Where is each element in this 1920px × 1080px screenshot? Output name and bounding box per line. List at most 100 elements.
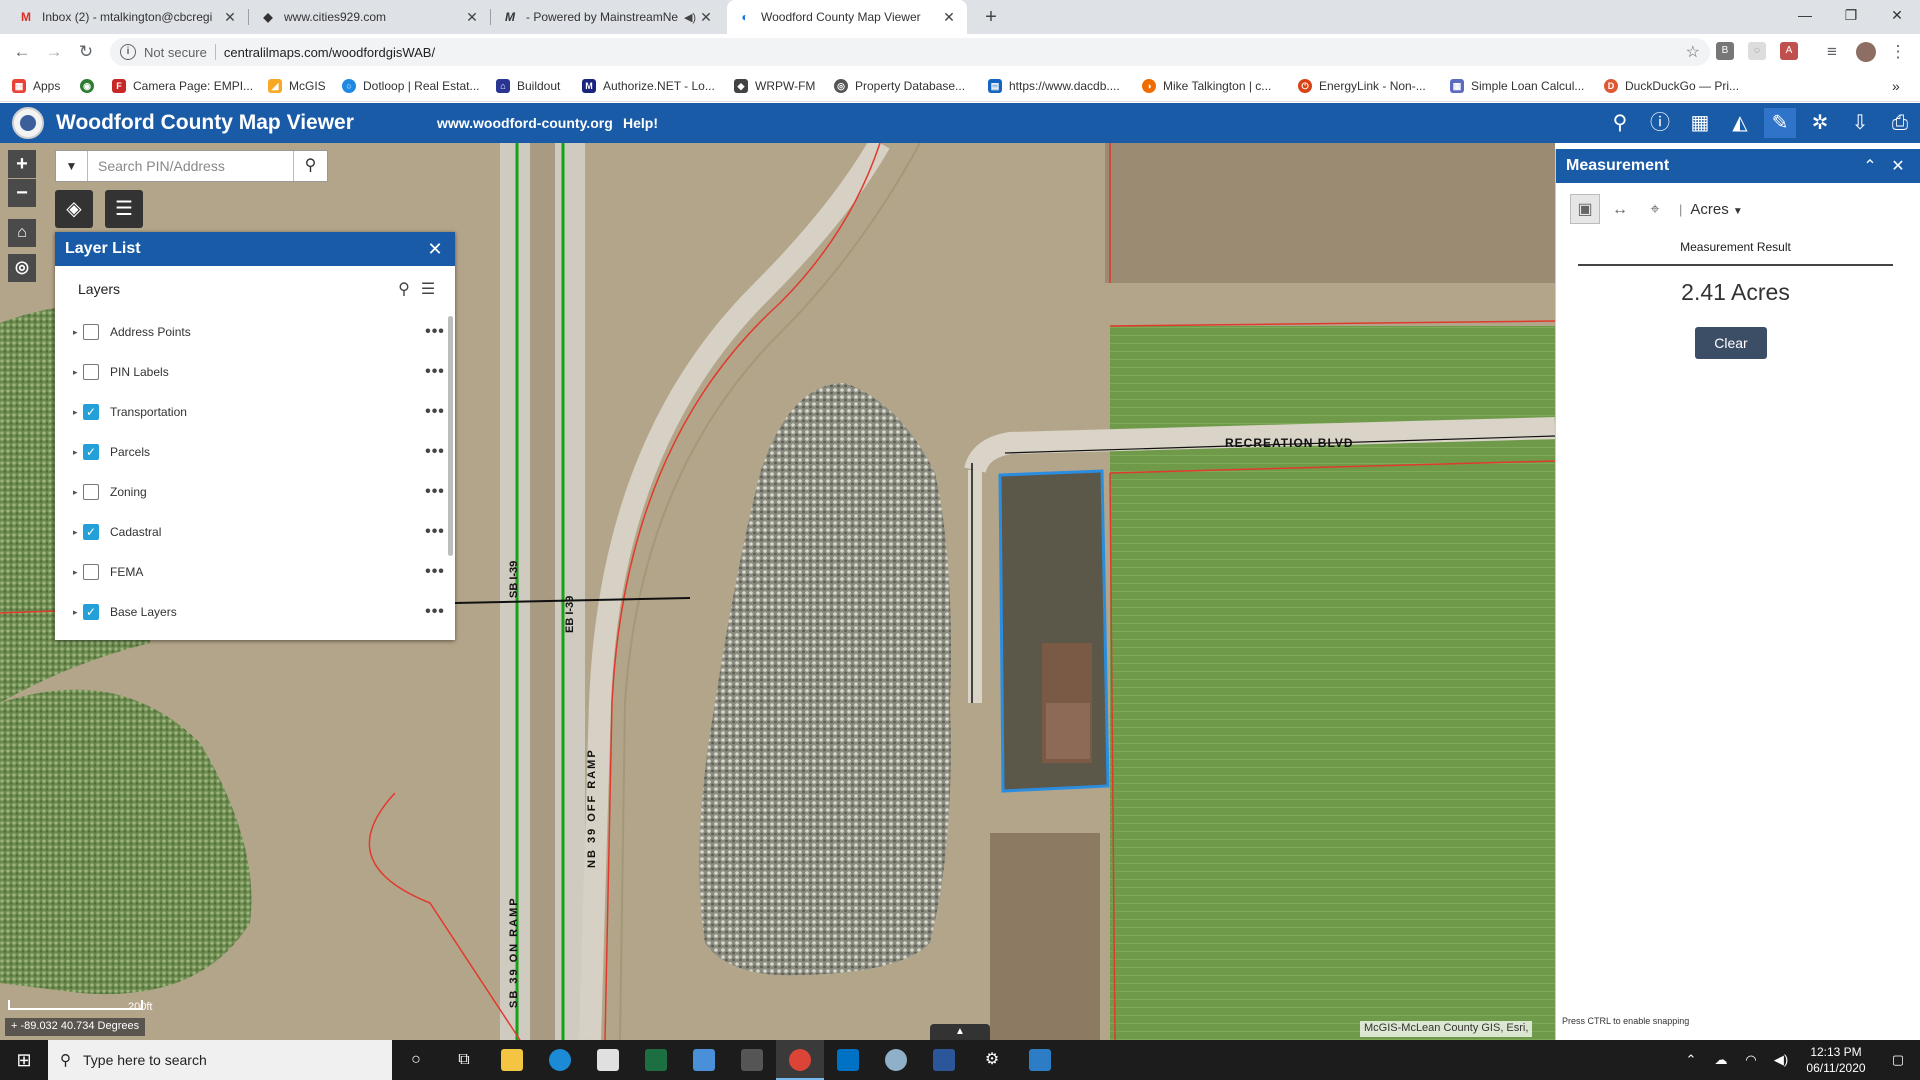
outlook-icon[interactable] (824, 1040, 872, 1080)
tab-mainstream[interactable]: M - Powered by MainstreamNe ◀) ✕ (492, 0, 724, 34)
extension-b-icon[interactable]: B (1716, 42, 1734, 60)
layers-alt-icon[interactable]: ✲ (1804, 108, 1836, 138)
wifi-icon[interactable]: ◠ (1736, 1052, 1766, 1068)
locate-icon[interactable]: ◎ (8, 254, 36, 282)
layer-checkbox[interactable] (83, 324, 99, 340)
download-icon[interactable]: ⇩ (1844, 108, 1876, 138)
attribute-table-toggle[interactable]: ▲ (930, 1024, 990, 1040)
search-icon[interactable]: ⚲ (1604, 108, 1636, 138)
bookmark-dacdb[interactable]: ▤ https://www.dacdb.... (988, 77, 1120, 95)
location-measure-icon[interactable]: ⌖ (1640, 194, 1670, 224)
taskbar-search[interactable]: ⚲ Type here to search (48, 1040, 392, 1080)
chrome-icon[interactable] (776, 1040, 824, 1080)
onedrive-icon[interactable]: ☁ (1706, 1052, 1736, 1068)
back-button[interactable]: ← (10, 40, 34, 64)
education-icon[interactable]: ◭ (1724, 108, 1756, 138)
bookmark-buildout[interactable]: ⌂ Buildout (496, 77, 560, 95)
mail-icon[interactable] (680, 1040, 728, 1080)
close-icon[interactable]: ✕ (1884, 156, 1912, 176)
home-icon[interactable]: ⌂ (8, 219, 36, 247)
tab-map-viewer[interactable]: ◐ Woodford County Map Viewer ✕ (727, 0, 967, 34)
search-source-dropdown[interactable]: ▼ (56, 151, 88, 181)
layer-list-scrollbar[interactable] (448, 316, 453, 556)
expand-caret-icon[interactable]: ▸ (73, 327, 83, 338)
taskbar-clock[interactable]: 12:13 PM 06/11/2020 (1796, 1044, 1876, 1076)
photos-icon[interactable] (1016, 1040, 1064, 1080)
speaker-icon[interactable]: ◀) (682, 11, 698, 24)
layer-row[interactable]: ▸ ✓ Parcels ••• (55, 432, 455, 472)
distance-measure-icon[interactable]: ↔ (1605, 194, 1635, 224)
legend-toggle-icon[interactable]: ☰ (105, 190, 143, 228)
extension-grey-icon[interactable]: ◌ (1748, 42, 1766, 60)
measurement-icon[interactable]: ✎ (1764, 108, 1796, 138)
bookmark-star-icon[interactable]: ☆ (1686, 42, 1700, 62)
layer-row[interactable]: ▸ ✓ Base Layers ••• (55, 592, 455, 632)
layer-options-icon[interactable]: ••• (415, 603, 455, 621)
layer-checkbox[interactable]: ✓ (83, 524, 99, 540)
bookmark-loan-calc[interactable]: ▦ Simple Loan Calcul... (1450, 77, 1584, 95)
settings-gear-icon[interactable]: ⚙ (968, 1040, 1016, 1080)
expand-caret-icon[interactable]: ▸ (73, 487, 83, 498)
vpn-icon[interactable] (872, 1040, 920, 1080)
county-website-link[interactable]: www.woodford-county.org (437, 115, 613, 131)
unit-dropdown[interactable]: Acres ▼ (1690, 201, 1742, 218)
chevron-up-icon[interactable]: ⌃ (1676, 1052, 1706, 1068)
tab-gmail[interactable]: M Inbox (2) - mtalkington@cbcregi ✕ (8, 0, 248, 34)
cortana-icon[interactable]: ○ (392, 1040, 440, 1080)
expand-caret-icon[interactable]: ▸ (73, 567, 83, 578)
word-icon[interactable] (920, 1040, 968, 1080)
close-icon[interactable]: ✕ (425, 239, 445, 260)
volume-icon[interactable]: ◀) (1766, 1052, 1796, 1068)
layer-row[interactable]: ▸ PIN Labels ••• (55, 352, 455, 392)
bookmark-camera[interactable]: F Camera Page: EMPI... (112, 77, 253, 95)
menu-kebab-icon[interactable]: ⋮ (1886, 40, 1910, 64)
zoom-in-button[interactable]: + (8, 150, 36, 178)
area-measure-icon[interactable]: ▣ (1570, 194, 1600, 224)
layer-row[interactable]: ▸ Zoning ••• (55, 472, 455, 512)
info-icon[interactable]: i (120, 44, 136, 60)
bookmark-mcgis[interactable]: ◢ McGIS (268, 77, 326, 95)
layer-checkbox[interactable]: ✓ (83, 404, 99, 420)
calculator-icon[interactable] (728, 1040, 776, 1080)
forward-button[interactable]: → (42, 40, 66, 64)
new-tab-button[interactable]: + (977, 4, 1005, 30)
bookmark-property-db[interactable]: ◎ Property Database... (834, 77, 965, 95)
url-text[interactable]: centralilmaps.com/woodfordgisWAB/ (224, 45, 435, 60)
extension-pdf-icon[interactable]: A (1780, 42, 1798, 60)
close-icon[interactable]: ✕ (698, 9, 714, 26)
help-link[interactable]: Help! (623, 115, 658, 131)
bookmark-duckduckgo[interactable]: D DuckDuckGo — Pri... (1604, 77, 1739, 95)
edge-icon[interactable] (536, 1040, 584, 1080)
profile-avatar[interactable] (1856, 42, 1876, 62)
reload-button[interactable]: ↻ (74, 40, 98, 64)
bookmark-wrpw[interactable]: ◆ WRPW-FM (734, 77, 815, 95)
bookmark-dotloop[interactable]: ○ Dotloop | Real Estat... (342, 77, 480, 95)
info-icon[interactable]: ⓘ (1644, 108, 1676, 138)
layer-row[interactable]: ▸ Address Points ••• (55, 312, 455, 352)
layer-checkbox[interactable]: ✓ (83, 444, 99, 460)
bookmarks-overflow-icon[interactable]: » (1892, 77, 1900, 95)
layer-options-icon[interactable]: ••• (415, 563, 455, 581)
bookmark-authorize[interactable]: M Authorize.NET - Lo... (582, 77, 715, 95)
expand-caret-icon[interactable]: ▸ (73, 607, 83, 618)
expand-caret-icon[interactable]: ▸ (73, 407, 83, 418)
layer-row[interactable]: ▸ ✓ Transportation ••• (55, 392, 455, 432)
search-input[interactable] (88, 151, 293, 181)
notifications-icon[interactable]: ▢ (1876, 1052, 1920, 1068)
layer-row[interactable]: ▸ FEMA ••• (55, 552, 455, 592)
bookmark-energylink[interactable]: ⏻ EnergyLink - Non-... (1298, 77, 1426, 95)
close-icon[interactable]: ✕ (222, 9, 238, 26)
windows-start-icon[interactable]: ⊞ (0, 1040, 48, 1080)
bookmark-apps[interactable]: ▦ Apps (12, 77, 60, 95)
address-bar[interactable]: i Not secure centralilmaps.com/woodfordg… (110, 38, 1710, 66)
file-explorer-icon[interactable] (488, 1040, 536, 1080)
expand-caret-icon[interactable]: ▸ (73, 527, 83, 538)
layer-row[interactable]: ▸ ✓ Cadastral ••• (55, 512, 455, 552)
filter-icon[interactable]: ☰ (417, 279, 439, 299)
expand-caret-icon[interactable]: ▸ (73, 447, 83, 458)
layer-checkbox[interactable]: ✓ (83, 604, 99, 620)
layer-checkbox[interactable] (83, 564, 99, 580)
window-close-button[interactable]: ✕ (1874, 0, 1920, 30)
search-icon[interactable]: ⚲ (393, 279, 415, 299)
close-icon[interactable]: ✕ (941, 9, 957, 26)
